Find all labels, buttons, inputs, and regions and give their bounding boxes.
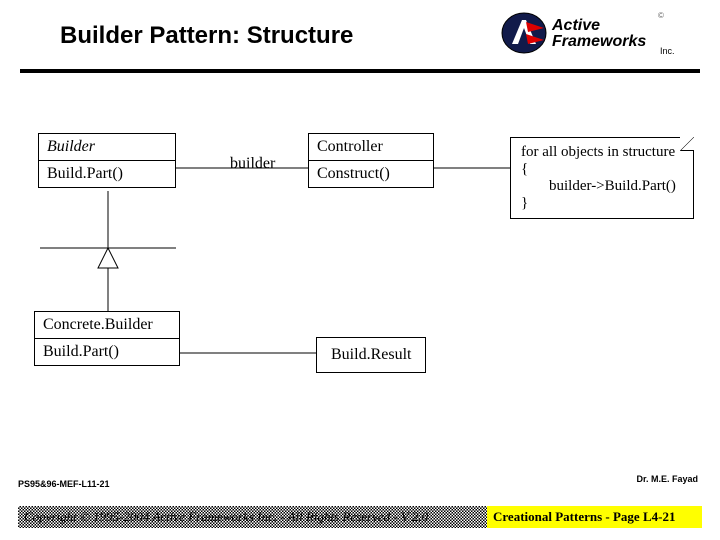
header: Builder Pattern: Structure Active Framew… [0, 0, 720, 61]
svg-text:Active: Active [551, 17, 600, 34]
note-box: for all objects in structure { builder->… [510, 137, 694, 219]
footer-copyright: Copyright © 1995-2004 Active Frameworks … [24, 509, 428, 524]
class-builder-name: Builder [39, 134, 175, 161]
class-controller-name: Controller [309, 134, 433, 161]
svg-text:Inc.: Inc. [660, 46, 675, 56]
page-title: Builder Pattern: Structure [60, 22, 353, 50]
svg-text:©: © [658, 11, 664, 20]
footer-author: Dr. M.E. Fayad [636, 474, 698, 484]
class-controller: Controller Construct() [308, 133, 434, 188]
note-line1: for all objects in structure { [521, 144, 683, 178]
note-dogear-icon [680, 137, 694, 151]
class-builder: Builder Build.Part() [38, 133, 176, 188]
footer-bar: Copyright © 1995-2004 Active Frameworks … [18, 506, 702, 528]
class-concrete-name: Concrete.Builder [35, 312, 179, 339]
header-rule [20, 69, 700, 73]
brand-logo: Active Frameworks Inc. © [500, 10, 680, 61]
build-result-box: Build.Result [316, 337, 426, 373]
svg-text:Frameworks: Frameworks [552, 33, 646, 50]
class-builder-op: Build.Part() [39, 161, 175, 187]
class-concrete-op: Build.Part() [35, 339, 179, 365]
class-concrete-builder: Concrete.Builder Build.Part() [34, 311, 180, 366]
note-line3: } [521, 195, 683, 212]
footer-code: PS95&96-MEF-L11-21 [18, 479, 110, 489]
build-result-label: Build.Result [331, 346, 411, 363]
uml-diagram: Builder Build.Part() builder Controller … [0, 93, 720, 463]
class-controller-op: Construct() [309, 161, 433, 187]
note-line2: builder->Build.Part() [521, 178, 683, 195]
footer-page: Creational Patterns - Page L4-21 [487, 506, 702, 528]
footer: PS95&96-MEF-L11-21 Dr. M.E. Fayad Copyri… [18, 474, 702, 528]
footer-copyright-bg: Copyright © 1995-2004 Active Frameworks … [18, 506, 487, 528]
assoc-label: builder [230, 155, 275, 173]
